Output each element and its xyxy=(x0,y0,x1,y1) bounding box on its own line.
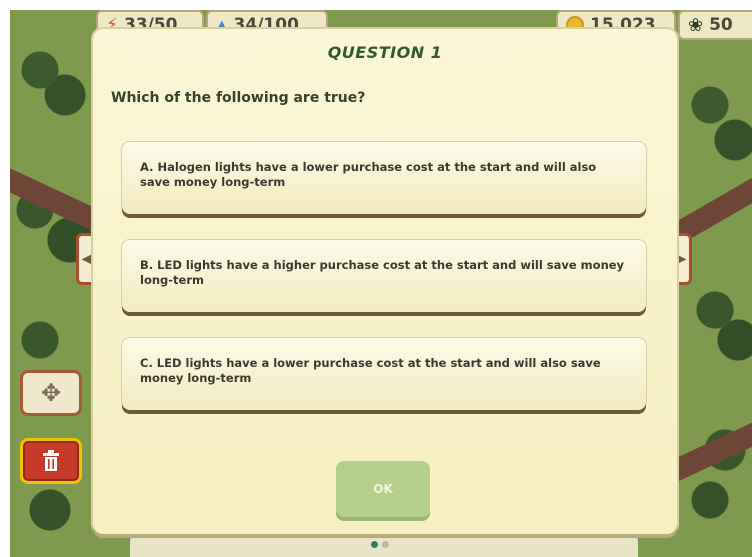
chevron-left-icon: ◀ xyxy=(81,251,93,267)
ok-button[interactable]: OK xyxy=(336,461,430,517)
answer-option-text: C. LED lights have a lower purchase cost… xyxy=(140,356,601,385)
delete-button[interactable] xyxy=(20,438,82,484)
answer-option-c[interactable]: C. LED lights have a lower purchase cost… xyxy=(122,338,646,410)
answer-option-text: B. LED lights have a higher purchase cos… xyxy=(140,258,625,287)
page-dot xyxy=(382,541,389,548)
page-dot-active xyxy=(371,541,378,548)
leaf-counter: ❀ 50 xyxy=(678,10,752,40)
chevron-right-icon: ▶ xyxy=(675,251,687,267)
move-button[interactable]: ✥ xyxy=(20,370,82,416)
question-dialog: QUESTION 1 Which of the following are tr… xyxy=(93,29,677,534)
answer-option-b[interactable]: B. LED lights have a higher purchase cos… xyxy=(122,240,646,312)
question-title: QUESTION 1 xyxy=(327,43,443,62)
question-prompt: Which of the following are true? xyxy=(111,90,366,106)
answer-option-text: A. Halogen lights have a lower purchase … xyxy=(140,160,597,189)
answer-option-a[interactable]: A. Halogen lights have a lower purchase … xyxy=(122,142,646,214)
move-arrows-icon: ✥ xyxy=(40,379,62,407)
leaf-value: 50 xyxy=(709,15,733,35)
leaf-icon: ❀ xyxy=(688,14,704,36)
trash-can-icon xyxy=(43,450,59,471)
